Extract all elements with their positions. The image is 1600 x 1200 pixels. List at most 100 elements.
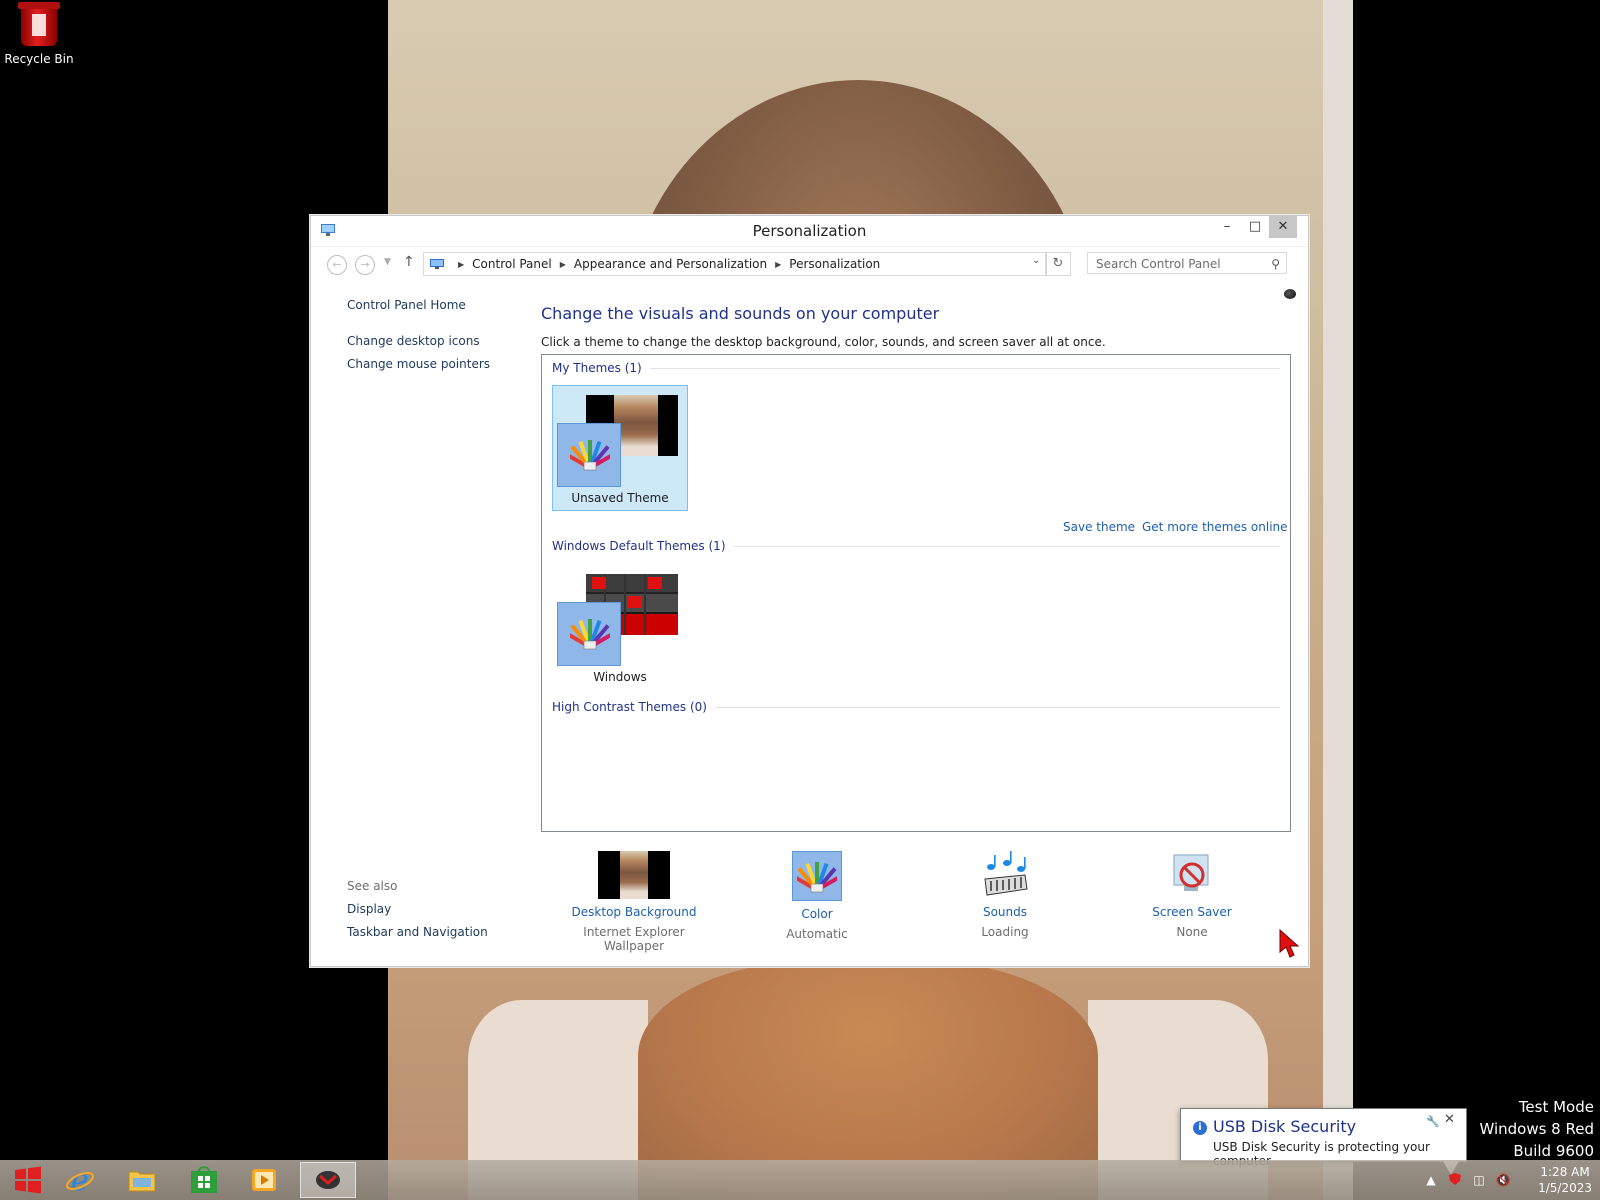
breadcrumb-separator-icon[interactable]: ▶ — [775, 260, 781, 269]
sounds-icon — [984, 851, 1028, 896]
group-high-contrast-label: High Contrast Themes (0) — [552, 700, 707, 714]
color-thumbnail — [792, 851, 842, 901]
minimize-button[interactable]: – — [1213, 216, 1241, 238]
usb-security-notification[interactable]: i USB Disk Security USB Disk Security is… — [1180, 1108, 1467, 1175]
mouse-cursor-icon — [1279, 928, 1300, 958]
color-link[interactable]: Color — [737, 907, 897, 921]
refresh-button[interactable]: ↻ — [1045, 252, 1071, 276]
theme-unsaved-label: Unsaved Theme — [571, 491, 669, 505]
get-more-themes-link[interactable]: Get more themes online — [1142, 520, 1288, 534]
notification-title: USB Disk Security — [1213, 1117, 1357, 1136]
theme-unsaved[interactable]: Unsaved Theme — [552, 385, 688, 511]
notification-close-button[interactable]: ✕ — [1444, 1112, 1455, 1127]
show-hidden-icons-chevron-icon[interactable]: ▲ — [1420, 1173, 1442, 1187]
breadcrumb-separator-icon[interactable]: ▶ — [560, 260, 566, 269]
group-high-contrast-themes: High Contrast Themes (0) — [552, 700, 1280, 714]
see-also-heading: See also — [347, 879, 398, 893]
shield-icon — [1449, 1172, 1461, 1185]
personalization-taskbar-icon — [316, 1171, 340, 1189]
folder-icon — [128, 1171, 156, 1192]
theme-color-swatch — [557, 423, 621, 487]
windows-logo-icon — [15, 1166, 41, 1194]
close-button[interactable]: ✕ — [1269, 216, 1297, 238]
page-title: Change the visuals and sounds on your co… — [541, 304, 940, 323]
sounds-setting[interactable]: Sounds Loading — [925, 851, 1085, 939]
recycle-bin-shortcut[interactable]: Recycle Bin — [4, 2, 74, 66]
group-my-themes-label: My Themes (1) — [552, 361, 642, 375]
recycle-bin-label: Recycle Bin — [4, 52, 74, 66]
search-input[interactable]: Search Control Panel ⚲ — [1087, 252, 1287, 274]
sounds-thumbnail — [969, 851, 1041, 899]
screen-saver-value: None — [1176, 925, 1208, 939]
page-description: Click a theme to change the desktop back… — [541, 335, 1106, 349]
internet-explorer-button[interactable]: e — [52, 1162, 108, 1198]
theme-color-swatch — [557, 602, 621, 666]
search-icon[interactable]: ⚲ — [1271, 253, 1280, 275]
usb-security-tray-icon[interactable] — [1444, 1172, 1466, 1189]
group-default-themes: Windows Default Themes (1) — [552, 539, 1280, 553]
screen-saver-setting[interactable]: Screen Saver None — [1112, 851, 1272, 939]
theme-windows[interactable]: Windows — [552, 564, 688, 690]
window-title: Personalization — [752, 222, 867, 240]
pin-icon[interactable]: 🔧 — [1426, 1115, 1440, 1128]
title-bar[interactable]: Personalization – □ ✕ — [311, 216, 1308, 247]
color-fan-icon — [570, 440, 610, 471]
recycle-bin-icon — [18, 2, 60, 46]
change-mouse-pointers-link[interactable]: Change mouse pointers — [347, 357, 517, 371]
color-fan-icon — [797, 862, 837, 893]
screen-saver-link[interactable]: Screen Saver — [1112, 905, 1272, 919]
desktop-background-value: Internet Explorer Wallpaper — [583, 925, 685, 953]
taskbar-navigation-link[interactable]: Taskbar and Navigation — [347, 925, 527, 939]
display-link[interactable]: Display — [347, 902, 527, 916]
search-placeholder: Search Control Panel — [1096, 257, 1221, 271]
personalization-window: Personalization – □ ✕ ← → ▼ ↑ ▶ Control … — [310, 215, 1309, 967]
color-value: Automatic — [786, 927, 848, 941]
back-button[interactable]: ← — [327, 255, 347, 275]
desktop-background-thumbnail — [598, 851, 670, 899]
address-dropdown-icon[interactable]: ⌄ — [1032, 255, 1040, 266]
recent-locations-icon[interactable]: ▼ — [384, 257, 391, 267]
help-icon[interactable] — [1284, 289, 1296, 299]
forward-button[interactable]: → — [355, 255, 375, 275]
system-tray: ▲ ◫ 🔇 — [1420, 1160, 1516, 1200]
network-icon[interactable]: ◫ — [1468, 1173, 1490, 1187]
store-button[interactable] — [176, 1162, 232, 1198]
desktop-background-setting[interactable]: Desktop Background Internet Explorer Wal… — [554, 851, 714, 953]
breadcrumb-appearance[interactable]: Appearance and Personalization — [574, 257, 767, 271]
group-default-themes-label: Windows Default Themes (1) — [552, 539, 726, 553]
store-icon — [191, 1166, 217, 1193]
sounds-link[interactable]: Sounds — [925, 905, 1085, 919]
group-my-themes: My Themes (1) — [552, 361, 1280, 375]
start-button[interactable] — [0, 1162, 56, 1198]
save-theme-link[interactable]: Save theme — [1063, 520, 1135, 534]
screen-saver-thumbnail — [1156, 851, 1228, 899]
sounds-value: Loading — [981, 925, 1029, 939]
test-mode-watermark: Test Mode Windows 8 Red Build 9600 — [1479, 1096, 1594, 1162]
clock-date: 1/5/2023 — [1538, 1181, 1592, 1195]
up-button[interactable]: ↑ — [403, 254, 415, 270]
theme-list[interactable]: My Themes (1) Unsaved Theme Save theme G… — [541, 354, 1291, 832]
maximize-button[interactable]: □ — [1241, 216, 1269, 238]
breadcrumb-personalization[interactable]: Personalization — [789, 257, 880, 271]
color-fan-icon — [570, 619, 610, 650]
internet-explorer-icon: e — [66, 1164, 94, 1196]
media-player-button[interactable] — [236, 1162, 292, 1198]
control-panel-icon — [430, 259, 444, 269]
info-icon: i — [1193, 1121, 1207, 1135]
volume-muted-icon[interactable]: 🔇 — [1492, 1173, 1514, 1187]
clock-time: 1:28 AM — [1540, 1165, 1590, 1179]
color-setting[interactable]: Color Automatic — [737, 851, 897, 941]
left-pane: Control Panel Home Change desktop icons … — [347, 298, 517, 380]
system-clock[interactable]: 1:28 AM 1/5/2023 — [1538, 1164, 1592, 1196]
desktop-background-link[interactable]: Desktop Background — [554, 905, 714, 919]
address-bar: ← → ▼ ↑ ▶ Control Panel ▶ Appearance and… — [311, 247, 1308, 281]
svg-text:e: e — [71, 1164, 89, 1196]
breadcrumb-separator-icon: ▶ — [458, 259, 465, 269]
file-explorer-button[interactable] — [114, 1162, 170, 1198]
address-field[interactable]: ▶ Control Panel ▶ Appearance and Persona… — [423, 252, 1047, 276]
personalization-taskbar-button[interactable] — [300, 1162, 356, 1198]
watermark-line-1: Test Mode — [1518, 1098, 1594, 1116]
change-desktop-icons-link[interactable]: Change desktop icons — [347, 334, 517, 348]
control-panel-home-link[interactable]: Control Panel Home — [347, 298, 517, 312]
breadcrumb-control-panel[interactable]: Control Panel — [472, 257, 552, 271]
